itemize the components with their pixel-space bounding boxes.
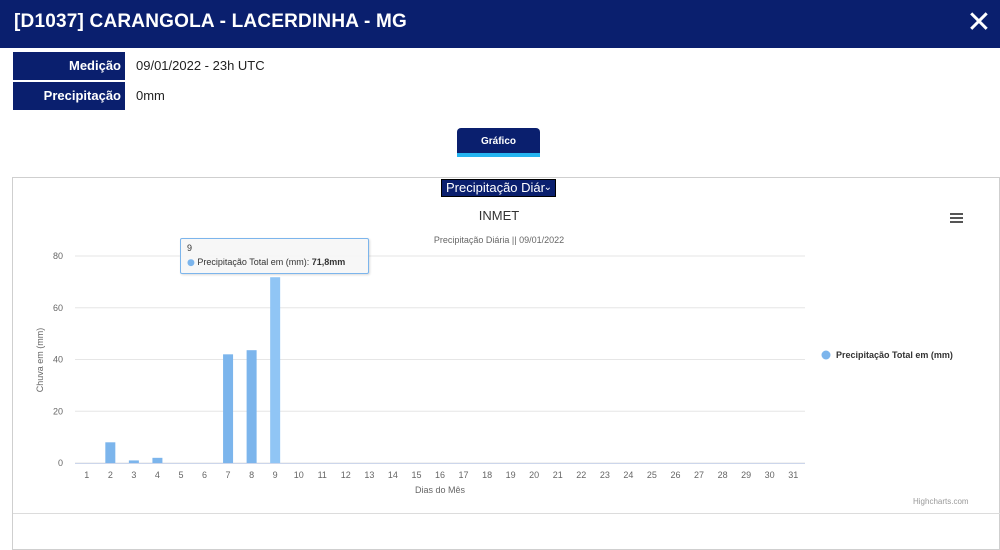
x-tick-label: 7 xyxy=(226,470,231,480)
x-tick-label: 4 xyxy=(155,470,160,480)
bar-day-4 xyxy=(152,457,163,463)
x-tick-label: 12 xyxy=(341,470,351,480)
chevron-down-icon: ⌄ xyxy=(543,182,552,193)
tooltip-series: Precipitação Total em (mm): xyxy=(197,257,310,267)
x-tick-label: 10 xyxy=(294,470,304,480)
tooltip-category: 9 xyxy=(187,243,193,253)
y-tick-label: 80 xyxy=(53,251,63,261)
y-tick-label: 20 xyxy=(53,406,63,416)
series-select-value: Precipitação Diár xyxy=(446,180,545,195)
x-tick-label: 24 xyxy=(623,470,633,480)
legend-item: Precipitação Total em (mm) xyxy=(836,350,953,360)
x-tick-label: 31 xyxy=(788,470,798,480)
x-tick-label: 9 xyxy=(273,470,278,480)
chart-subtitle: Precipitação Diária || 09/01/2022 xyxy=(434,235,564,245)
hamburger-menu-icon[interactable] xyxy=(949,210,965,226)
x-tick-label: 21 xyxy=(553,470,563,480)
x-tick-label: 2 xyxy=(108,470,113,480)
bar-day-3 xyxy=(128,460,139,463)
y-axis-title: Chuva em (mm) xyxy=(35,328,45,393)
tooltip-dot-icon: ● xyxy=(187,258,195,268)
x-tick-label: 19 xyxy=(506,470,516,480)
chart-title: INMET xyxy=(479,208,520,223)
x-tick-label: 8 xyxy=(249,470,254,480)
x-tick-label: 27 xyxy=(694,470,704,480)
y-tick-label: 0 xyxy=(58,458,63,468)
x-tick-label: 3 xyxy=(131,470,136,480)
chart-tooltip: 9 ● Precipitação Total em (mm): 71,8mm xyxy=(180,238,369,274)
y-tick-label: 40 xyxy=(53,355,63,365)
x-tick-label: 18 xyxy=(482,470,492,480)
x-tick-label: 20 xyxy=(529,470,539,480)
x-axis-title: Dias do Mês xyxy=(415,485,466,495)
x-tick-label: 29 xyxy=(741,470,751,480)
x-tick-label: 17 xyxy=(459,470,469,480)
x-tick-label: 26 xyxy=(670,470,680,480)
legend-marker xyxy=(821,350,831,360)
y-tick-label: 60 xyxy=(53,303,63,313)
chart-credits[interactable]: Highcharts.com xyxy=(913,497,969,506)
bar-day-9 xyxy=(270,277,281,463)
x-tick-label: 30 xyxy=(765,470,775,480)
x-tick-label: 5 xyxy=(178,470,183,480)
precipitation-chart: 0204060801 2 3 4 5 6 7 8 9 10 11 12 13 14 15 16 17 18 19 20… xyxy=(35,208,953,495)
x-tick-label: 11 xyxy=(318,470,327,480)
x-tick-label: 23 xyxy=(600,470,610,480)
x-tick-label: 22 xyxy=(576,470,586,480)
tooltip-line: ● Precipitação Total em (mm): 71,8mm xyxy=(187,257,345,268)
x-tick-label: 6 xyxy=(202,470,207,480)
x-tick-label: 16 xyxy=(435,470,445,480)
tooltip-value: 71,8mm xyxy=(311,257,346,267)
x-tick-label: 13 xyxy=(364,470,374,480)
x-tick-label: 1 xyxy=(84,470,89,480)
bar-day-2 xyxy=(105,442,116,463)
x-tick-label: 14 xyxy=(388,470,398,480)
series-select[interactable]: Precipitação Diár ⌄ xyxy=(441,179,556,197)
bar-day-8 xyxy=(246,350,257,463)
x-tick-label: 15 xyxy=(411,470,421,480)
x-tick-label: 25 xyxy=(647,470,657,480)
x-tick-label: 28 xyxy=(718,470,728,480)
bar-day-7 xyxy=(223,354,234,463)
